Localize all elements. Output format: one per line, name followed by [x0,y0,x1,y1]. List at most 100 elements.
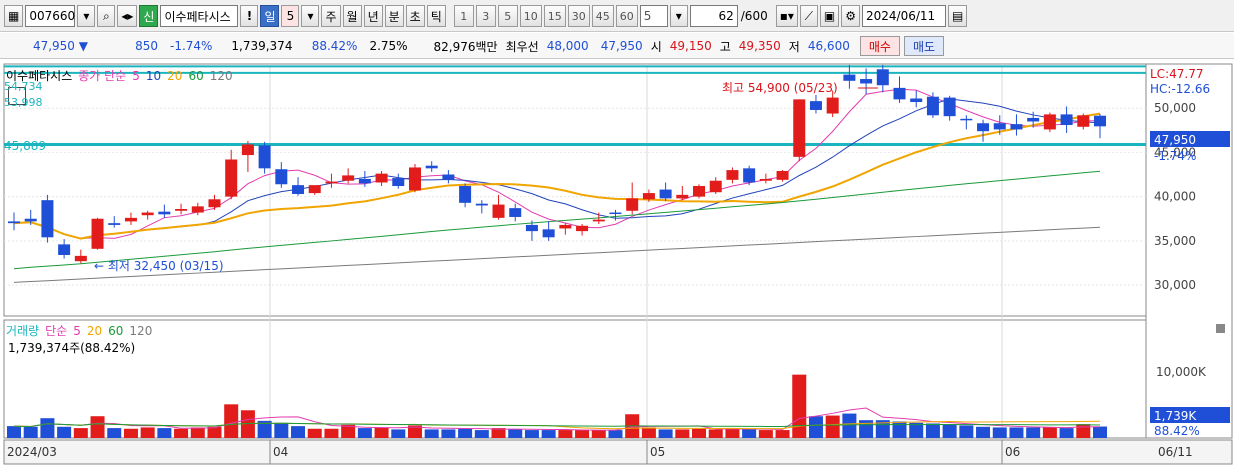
search-icon[interactable]: ⌕ [97,5,116,27]
candle-body [425,165,438,169]
minute-10-button[interactable]: 10 [519,5,542,27]
candle-body [1077,115,1090,127]
volume-bar [775,430,790,438]
prev-icon[interactable]: ◂▸ [117,5,138,27]
minute-30-button[interactable]: 30 [567,5,590,27]
best-ask: 48,000 [546,39,589,53]
minute-15-button[interactable]: 15 [543,5,566,27]
period-week-button[interactable]: 주 [321,5,341,27]
volume-bar [324,428,339,438]
volume-bar [608,430,623,438]
candle-body [943,97,956,117]
volume-bar [157,428,172,438]
change-pct: -1.74% [170,39,213,53]
period-year-button[interactable]: 년 [363,5,383,27]
count-input[interactable]: 62 [689,5,738,27]
volume-bar [1009,427,1024,438]
drawline-icon[interactable]: ⟋ [799,5,818,27]
period-count-button[interactable]: 5 [281,5,300,27]
candle-body [525,224,538,232]
stock-name-field[interactable]: 이수페타시스 [160,5,239,27]
volume-bar [357,428,372,438]
candle-body [225,159,238,197]
volume-bar [7,426,21,438]
candle-body [492,204,505,218]
period-minute-button[interactable]: 분 [384,5,404,27]
volume-bar [575,430,590,438]
vol-ma20-legend: 20 [86,323,103,338]
vol-ma60-legend: 60 [108,323,124,338]
hc-label: HC:-12.66 [1150,82,1211,96]
calendar-icon[interactable]: ▤ [947,5,968,27]
grid-icon[interactable]: ▦ [4,5,24,27]
period-day-button[interactable]: 일 [260,5,280,27]
alert-icon[interactable]: ! [240,5,259,27]
period-dropdown-icon[interactable]: ▾ [301,5,320,27]
candle-body [292,185,305,194]
interval-input[interactable]: 5 [639,5,668,27]
high-label: 고 [719,39,731,54]
candle-body [910,98,923,103]
candle-body [659,189,672,199]
candle-body [41,200,54,238]
low-price: 46,600 [807,39,850,53]
period-second-button[interactable]: 초 [405,5,425,27]
ma120-legend: 120 [209,68,233,83]
volume-bar [40,418,55,438]
volume-bar [925,423,940,438]
candle-body [191,206,204,213]
candle-body [759,178,772,181]
candle-body [993,123,1006,130]
minute-60-button[interactable]: 60 [615,5,638,27]
marker-icon[interactable]: ▪▾ [775,5,798,27]
buy-button[interactable]: 매수 [859,36,900,56]
candle-body [776,170,789,180]
period-tick-button[interactable]: 틱 [426,5,446,27]
volume-bar [892,421,907,438]
ma10-legend: 10 [145,68,162,83]
candle-body [408,167,421,191]
save-icon[interactable]: ▣ [819,5,840,27]
volume-bar [692,428,707,438]
volume-bar [207,426,222,438]
credit-badge[interactable]: 신 [139,5,159,27]
volume-info: 1,739,374주(88.42%) [8,341,136,355]
stock-code-input[interactable]: 007660 [25,5,76,27]
interval-dropdown-icon[interactable]: ▾ [669,5,688,27]
candle-body [325,181,338,184]
candle-body [108,223,121,225]
candle-body [8,221,20,224]
volume-bar [992,427,1007,438]
sell-button[interactable]: 매도 [903,36,945,56]
candle-body [960,118,973,121]
candle-body [275,169,288,185]
toolbar-row: ▦ 007660 ▾ ⌕ ◂▸ 신 이수페타시스 ! 일 5 ▾ 주 월 년 분… [4,4,968,28]
candle-body [1043,114,1056,130]
y-tick-label: 30,000 [1154,278,1196,292]
minute-1-button[interactable]: 1 [453,5,474,27]
candle-body [475,203,488,206]
candle-body [709,180,722,193]
candle-body [977,123,990,132]
volume-bar [708,429,723,438]
candle-body [258,145,271,169]
minute-45-button[interactable]: 45 [591,5,614,27]
period-month-button[interactable]: 월 [342,5,362,27]
minute-3-button[interactable]: 3 [475,5,496,27]
ma-legend-label: 종가 단순 [78,69,127,83]
price-chart[interactable]: 2024/03 04 05 06 06/1130,00035,00040,00045,0… [0,60,1234,465]
candle-body [860,79,873,84]
volume-bar [825,415,840,438]
volume-bar [274,422,289,438]
gear-icon[interactable]: ⚙ [841,5,860,27]
level-label-1: 54,734 [4,80,43,93]
date-input[interactable]: 2024/06/11 [861,5,946,27]
current-price: 47,950 ▼ [32,39,88,53]
code-dropdown-icon[interactable]: ▾ [77,5,96,27]
volume-bar [23,426,38,438]
volume-pane [3,319,1147,439]
last-price-label: 47,950 [1154,133,1196,147]
minute-5-button[interactable]: 5 [497,5,518,27]
volume-bar [725,428,740,438]
volume-bar [1093,426,1107,438]
